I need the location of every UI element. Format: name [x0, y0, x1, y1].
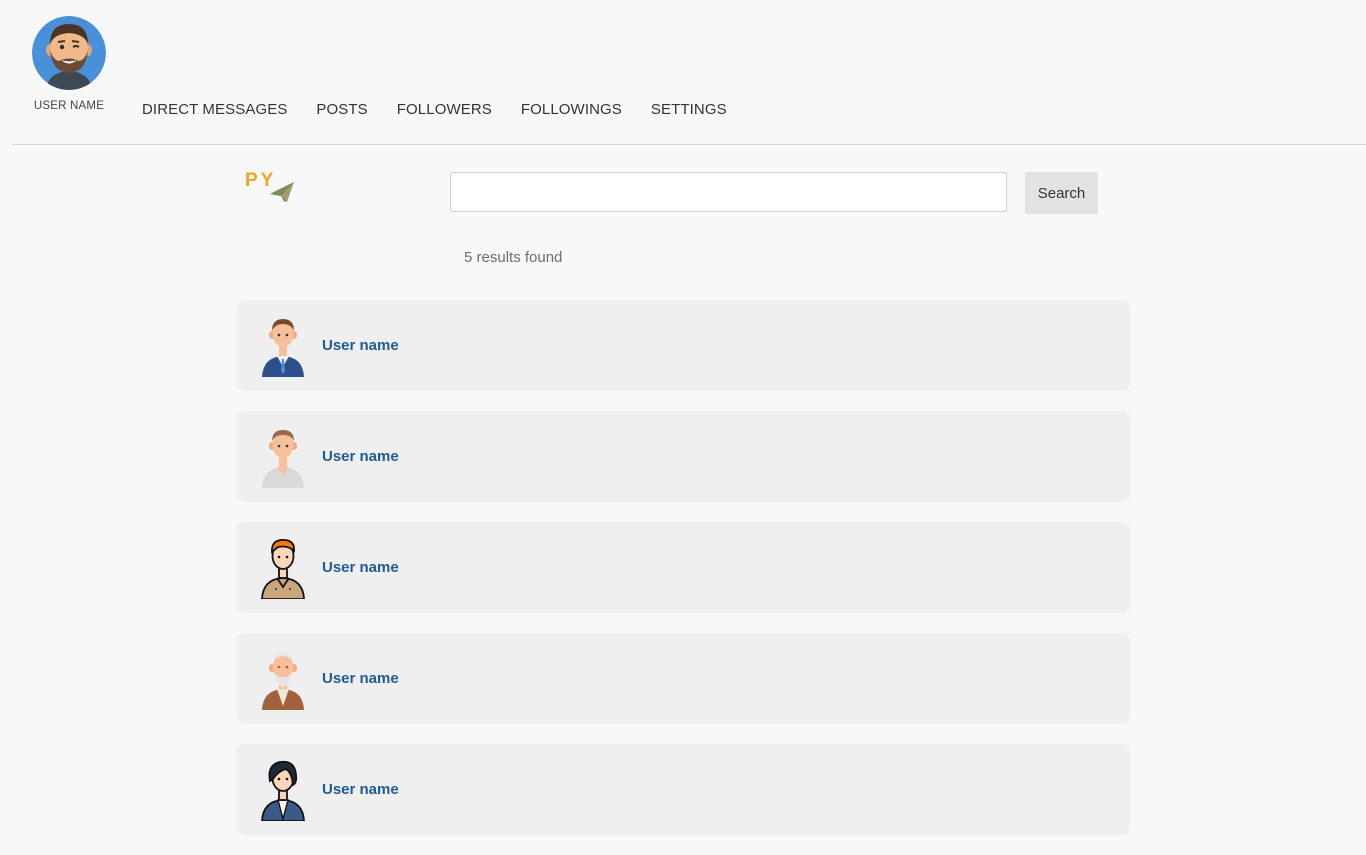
header-divider — [12, 144, 1366, 145]
profile-username[interactable]: USER NAME — [30, 100, 108, 112]
results-list: User name User name User name User name … — [236, 300, 1130, 855]
list-item[interactable]: User name — [236, 300, 1130, 391]
result-username[interactable]: User name — [322, 559, 399, 576]
result-username[interactable]: User name — [322, 781, 399, 798]
main-nav: DIRECT MESSAGES POSTS FOLLOWERS FOLLOWIN… — [142, 101, 727, 118]
result-username[interactable]: User name — [322, 448, 399, 465]
nav-item-direct-messages[interactable]: DIRECT MESSAGES — [142, 101, 287, 118]
nav-item-followings[interactable]: FOLLOWINGS — [521, 101, 622, 118]
user-profile[interactable]: USER NAME — [30, 16, 108, 112]
result-username[interactable]: User name — [322, 337, 399, 354]
bearded-man-avatar-icon[interactable] — [32, 16, 106, 90]
nav-item-settings[interactable]: SETTINGS — [651, 101, 727, 118]
list-item[interactable]: User name — [236, 522, 1130, 613]
list-item[interactable]: User name — [236, 411, 1130, 502]
old-man-avatar-icon — [258, 648, 308, 710]
redhead-man-avatar-icon — [258, 537, 308, 600]
list-item[interactable]: User name — [236, 744, 1130, 835]
search-button[interactable]: Search — [1025, 172, 1098, 214]
result-username[interactable]: User name — [322, 670, 399, 687]
businessman-avatar-icon — [258, 315, 308, 377]
nav-item-posts[interactable]: POSTS — [316, 101, 367, 118]
search-input[interactable] — [450, 172, 1007, 212]
curly-hair-man-avatar-icon — [258, 759, 308, 822]
nav-item-followers[interactable]: FOLLOWERS — [397, 101, 492, 118]
app-logo[interactable]: PY — [244, 168, 298, 204]
results-count: 5 results found — [464, 249, 563, 266]
logo-text: PY — [245, 170, 276, 191]
list-item[interactable]: User name — [236, 633, 1130, 724]
top-navigation-bar: USER NAME DIRECT MESSAGES POSTS FOLLOWER… — [0, 0, 1366, 145]
casual-man-avatar-icon — [258, 426, 308, 488]
